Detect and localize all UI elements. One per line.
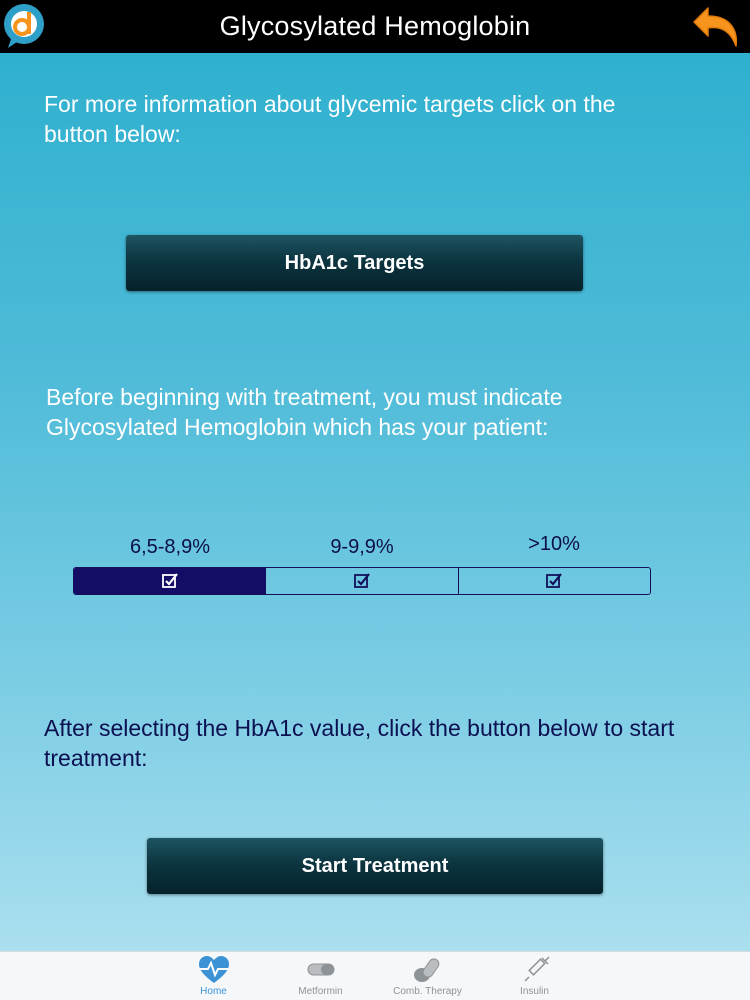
range-label-2: 9-9,9%: [330, 536, 394, 558]
hba1c-option-9-9-9[interactable]: [266, 568, 459, 594]
hba1c-targets-button[interactable]: HbA1c Targets: [126, 235, 583, 291]
checkbox-icon: [161, 573, 178, 588]
hba1c-selector: [73, 567, 651, 595]
back-arrow-icon[interactable]: [690, 2, 744, 52]
syringe-icon: [523, 956, 550, 982]
range-label-3: >10%: [528, 533, 580, 555]
tab-home[interactable]: Home: [160, 952, 267, 1000]
app-logo-d-icon: [4, 4, 44, 48]
tab-bar: Home Metformin Comb. Therapy Insulin: [0, 951, 750, 1000]
tab-label: Insulin: [520, 986, 549, 997]
tab-label: Metformin: [298, 986, 343, 997]
tab-comb-therapy[interactable]: Comb. Therapy: [374, 952, 481, 1000]
tab-insulin[interactable]: Insulin: [481, 952, 588, 1000]
tab-label: Home: [200, 986, 227, 997]
tab-metformin[interactable]: Metformin: [267, 952, 374, 1000]
instruction-text: Before beginning with treatment, you mus…: [46, 384, 563, 440]
start-instruction-text: After selecting the HbA1c value, click t…: [44, 715, 675, 771]
range-label-1: 6,5-8,9%: [129, 536, 211, 558]
heart-pulse-icon: [198, 956, 229, 983]
hba1c-option-over-10[interactable]: [459, 568, 650, 594]
pills-icon: [413, 958, 439, 982]
pill-icon: [307, 963, 334, 976]
main-content: For more information about glycemic targ…: [0, 53, 750, 951]
hba1c-range-labels: 6,5-8,9% 9-9,9% >10%: [74, 533, 651, 564]
hba1c-option-6-5-8-9[interactable]: [74, 568, 267, 594]
checkbox-icon: [354, 573, 370, 588]
intro-text: For more information about glycemic targ…: [44, 91, 616, 147]
start-treatment-button[interactable]: Start Treatment: [147, 838, 603, 894]
top-bar: Glycosylated Hemoglobin: [0, 0, 750, 53]
page-title: Glycosylated Hemoglobin: [219, 11, 531, 41]
checkbox-icon: [546, 573, 563, 588]
tab-label: Comb. Therapy: [393, 986, 462, 997]
